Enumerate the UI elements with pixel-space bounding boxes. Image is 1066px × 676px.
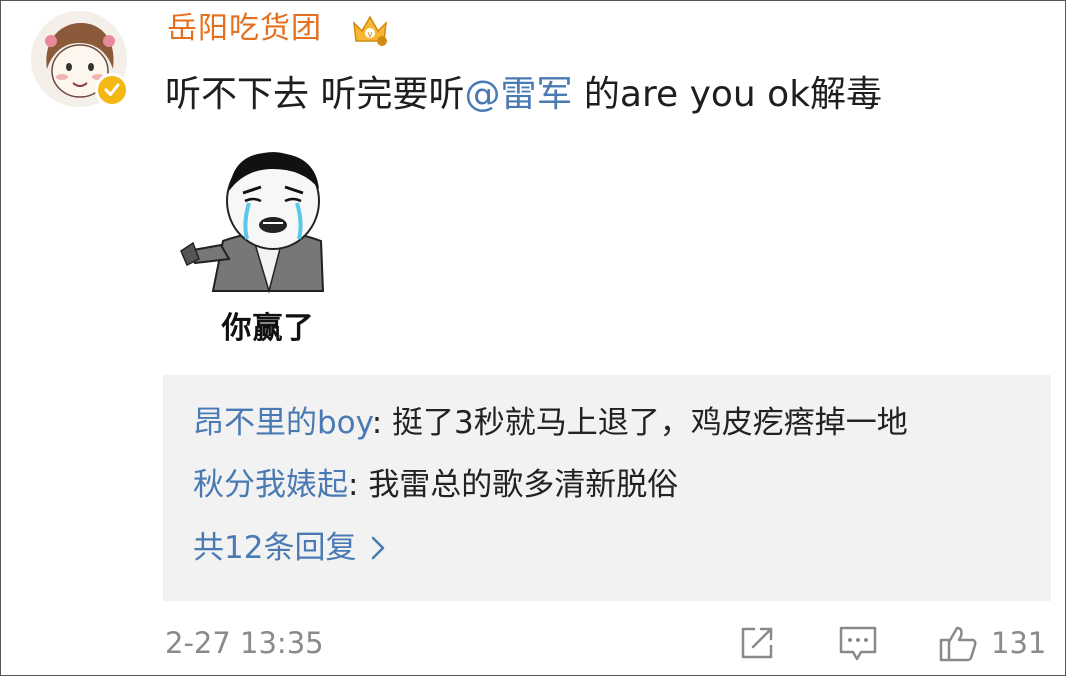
crying-meme-icon (180, 152, 325, 294)
weibo-comment-card: 岳阳吃货团 v 听不下去 听完要听@雷军 的are you ok解毒 你赢了 昂… (0, 0, 1066, 676)
reply-separator: : (348, 467, 369, 503)
chevron-right-icon (372, 536, 385, 560)
comment-button[interactable] (837, 621, 879, 665)
post-text-prefix: 听不下去 听完要听 (165, 74, 465, 115)
reply-row[interactable]: 昂不里的boy: 挺了3秒就马上退了，鸡皮疙瘩掉一地 (193, 403, 908, 443)
share-icon (741, 627, 773, 659)
more-replies-label: 共12条回复 (193, 530, 357, 566)
meme-image[interactable]: 你赢了 (173, 141, 353, 351)
vip-crown-icon: v (353, 15, 387, 46)
reply-row[interactable]: 秋分我婊起: 我雷总的歌多清新脱俗 (193, 465, 678, 505)
verified-badge-icon (95, 73, 129, 107)
comment-icon (839, 626, 877, 661)
thumbs-up-icon (939, 626, 977, 662)
reply-separator: : (371, 405, 393, 441)
reply-text: 挺了3秒就马上退了，鸡皮疙瘩掉一地 (392, 405, 908, 441)
replies-box: 昂不里的boy: 挺了3秒就马上退了，鸡皮疙瘩掉一地 秋分我婊起: 我雷总的歌多… (163, 375, 1051, 601)
post-text: 听不下去 听完要听@雷军 的are you ok解毒 (165, 71, 882, 119)
mention-link[interactable]: @雷军 (464, 74, 572, 115)
post-text-suffix: 的are you ok解毒 (572, 74, 883, 115)
post-timestamp: 2-27 13:35 (165, 626, 324, 660)
like-count: 131 (991, 626, 1047, 660)
reply-text: 我雷总的歌多清新脱俗 (368, 467, 679, 503)
share-button[interactable] (737, 621, 777, 665)
svg-text:v: v (367, 30, 373, 40)
reply-username[interactable]: 秋分我婊起 (193, 467, 348, 503)
meme-caption: 你赢了 (221, 311, 315, 346)
post-username[interactable]: 岳阳吃货团 (167, 9, 322, 49)
reply-username[interactable]: 昂不里的boy (193, 405, 372, 441)
like-button[interactable]: 131 (937, 621, 1046, 665)
view-all-replies-link[interactable]: 共12条回复 (193, 528, 386, 568)
